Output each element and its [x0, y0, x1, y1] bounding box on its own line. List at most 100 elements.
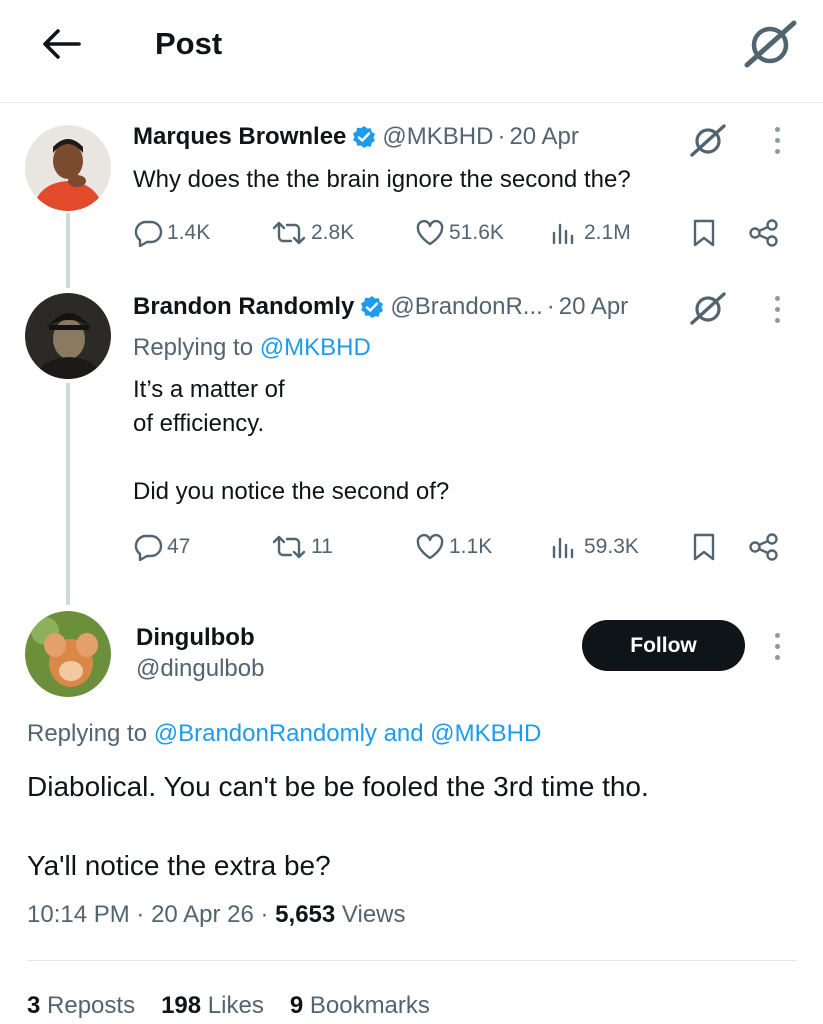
- thread-connector: [66, 383, 70, 605]
- grok-icon: [690, 292, 726, 325]
- more-vertical-icon[interactable]: [766, 628, 788, 664]
- grok-icon: [690, 124, 726, 157]
- views-button[interactable]: 2.1M: [550, 213, 631, 253]
- repost-button[interactable]: 2.8K: [271, 213, 354, 253]
- repost-icon: [272, 535, 306, 559]
- post-time[interactable]: 10:14 PM: [27, 901, 130, 928]
- reposts-label: Reposts: [47, 992, 136, 1019]
- tweet-time[interactable]: 20 Apr: [509, 123, 578, 151]
- likes-count: 198: [161, 992, 202, 1019]
- author-name[interactable]: Marques Brownlee: [133, 123, 346, 151]
- grok-icon: [744, 20, 797, 68]
- separator-dot: ·: [260, 901, 269, 928]
- post-author: Dingulbob: [136, 624, 255, 652]
- replying-to: Replying to @BrandonRandomly and @MKBHD: [27, 720, 541, 748]
- replying-to-label: Replying to: [133, 334, 254, 361]
- mention-link[interactable]: @BrandonRandomly: [154, 720, 377, 747]
- bookmark-button[interactable]: [691, 213, 717, 253]
- like-button[interactable]: 1.1K: [415, 527, 492, 567]
- post-date[interactable]: 20 Apr 26: [151, 901, 254, 928]
- separator-dot: ·: [546, 293, 555, 320]
- author-name[interactable]: Brandon Randomly: [133, 293, 354, 321]
- verified-badge-icon: [352, 125, 376, 149]
- reply-count: 1.4K: [167, 221, 211, 244]
- share-button[interactable]: [748, 213, 780, 253]
- heart-icon: [416, 533, 444, 560]
- back-button[interactable]: [38, 24, 84, 64]
- repost-count: 2.8K: [311, 221, 355, 244]
- verified-badge-icon: [360, 295, 384, 319]
- tweet-header: Marques Brownlee @MKBHD · 20 Apr: [133, 123, 579, 151]
- reply-count: 47: [167, 535, 191, 558]
- author-name[interactable]: Dingulbob: [136, 624, 255, 652]
- page-title: Post: [155, 26, 223, 61]
- bookmarks-count: 9: [289, 992, 304, 1019]
- follow-button[interactable]: Follow: [582, 620, 745, 671]
- reply-icon: [134, 534, 163, 561]
- views-icon: [552, 223, 574, 245]
- like-button[interactable]: 51.6K: [415, 213, 504, 253]
- arrow-left-icon: [43, 29, 81, 59]
- views-icon: [552, 537, 574, 559]
- tweet-text: It’s a matter of of efficiency. Did you …: [133, 373, 449, 509]
- author-handle[interactable]: @BrandonR...: [390, 293, 542, 321]
- tweet-actions: 1.4K 2.8K 51.6K 2.1M: [0, 213, 823, 253]
- reply-button[interactable]: 1.4K: [133, 213, 210, 253]
- like-count: 1.1K: [449, 535, 493, 558]
- views-label: Views: [341, 901, 406, 928]
- post-handle-row: @dingulbob: [136, 655, 264, 683]
- reposts-count: 3: [27, 992, 41, 1019]
- views-count: 5,653: [275, 901, 336, 928]
- share-icon: [749, 533, 778, 561]
- bookmark-icon: [693, 219, 715, 247]
- share-icon: [749, 219, 778, 247]
- like-count: 51.6K: [449, 221, 504, 244]
- repost-count: 11: [311, 535, 333, 558]
- separator-dot: ·: [136, 901, 145, 928]
- grok-button[interactable]: [688, 290, 728, 326]
- separator-dot: ·: [497, 123, 506, 150]
- avatar[interactable]: [25, 125, 111, 211]
- share-button[interactable]: [748, 527, 780, 567]
- reposts-stat[interactable]: 3 Reposts: [27, 992, 135, 1020]
- likes-stat[interactable]: 198 Likes: [161, 992, 264, 1020]
- header-bar: Post: [0, 0, 823, 103]
- avatar[interactable]: [25, 293, 111, 379]
- mention-conjunction: and: [383, 720, 424, 747]
- mention-link[interactable]: @MKBHD: [430, 720, 541, 747]
- avatar[interactable]: [25, 611, 111, 697]
- author-handle[interactable]: @MKBHD: [382, 123, 493, 151]
- bookmark-icon: [693, 533, 715, 561]
- bookmarks-label: Bookmarks: [309, 992, 430, 1019]
- likes-label: Likes: [207, 992, 264, 1019]
- grok-button[interactable]: [688, 122, 728, 158]
- tweet-text-line: Did you notice the second of?: [133, 478, 450, 505]
- mention-link[interactable]: @MKBHD: [260, 334, 371, 361]
- engagement-stats: 3 Reposts 198 Likes 9 Bookmarks: [27, 992, 430, 1020]
- author-handle[interactable]: @dingulbob: [136, 655, 264, 683]
- views-count: 2.1M: [584, 221, 631, 244]
- repost-button[interactable]: 11: [271, 527, 333, 567]
- tweet-text-line: Why does the the brain ignore the second…: [133, 166, 631, 193]
- replying-to: Replying to @MKBHD: [133, 334, 371, 362]
- tweet-actions: 47 11 1.1K 59.3K: [0, 527, 823, 567]
- grok-button[interactable]: [741, 18, 799, 70]
- heart-icon: [416, 219, 444, 246]
- more-vertical-icon[interactable]: [766, 291, 788, 327]
- repost-icon: [272, 221, 306, 245]
- tweet-text: Why does the the brain ignore the second…: [133, 163, 631, 197]
- divider: [27, 960, 797, 961]
- reply-icon: [134, 220, 163, 247]
- post-text-line: Diabolical. You can't be be fooled the 3…: [27, 771, 649, 802]
- post-text-line: Ya'll notice the extra be?: [27, 850, 331, 881]
- bookmarks-stat[interactable]: 9 Bookmarks: [290, 992, 430, 1020]
- reply-button[interactable]: 47: [133, 527, 190, 567]
- views-count: 59.3K: [584, 535, 639, 558]
- tweet-time[interactable]: 20 Apr: [559, 293, 628, 321]
- post-timestamp: 10:14 PM · 20 Apr 26 · 5,653 Views: [27, 901, 406, 929]
- tweet-text-line: It’s a matter of: [133, 376, 285, 403]
- views-button[interactable]: 59.3K: [550, 527, 639, 567]
- more-vertical-icon[interactable]: [766, 122, 788, 158]
- tweet-text-line: [133, 441, 449, 475]
- bookmark-button[interactable]: [691, 527, 717, 567]
